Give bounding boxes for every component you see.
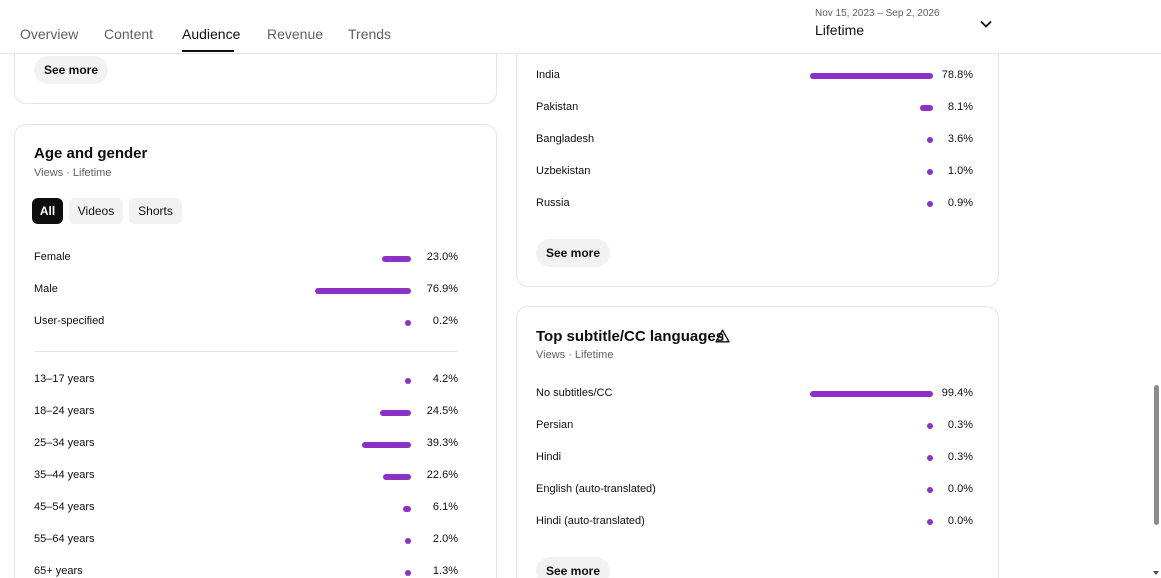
card-subtitle: Views · Lifetime: [34, 167, 112, 179]
bar-fill: [382, 256, 411, 262]
row-label: Female: [34, 251, 71, 263]
row-label: Pakistan: [536, 101, 579, 113]
row-value: 0.9%: [947, 197, 973, 209]
row-label: Persian: [536, 419, 574, 431]
row-value: 1.3%: [432, 565, 458, 577]
bar-fill: [810, 73, 933, 79]
bar-fill: [362, 442, 411, 448]
card-title: Top subtitle/CC languages: [536, 328, 725, 345]
row-value: 6.1%: [432, 501, 458, 513]
row-label: No subtitles/CC: [536, 387, 613, 399]
row-label: English (auto-translated): [536, 483, 656, 495]
age-gender-card: Age and gender Views · Lifetime All Vide…: [14, 124, 497, 578]
active-tab-indicator: [182, 50, 234, 52]
tab-audience[interactable]: Audience: [182, 26, 240, 42]
geography-card: India 78.8% Pakistan 8.1% Bangladesh 3.6…: [516, 20, 999, 287]
row-label: 35–44 years: [34, 469, 95, 481]
row-value: 0.0%: [947, 483, 973, 495]
row-label: Uzbekistan: [536, 165, 591, 177]
scroll-down-arrow-icon[interactable]: [1152, 569, 1160, 577]
row-value: 24.5%: [426, 405, 458, 417]
row-value: 3.6%: [947, 133, 973, 145]
bar-fill: [315, 288, 411, 294]
row-value: 0.3%: [947, 451, 973, 463]
tab-trends[interactable]: Trends: [348, 26, 391, 42]
see-more-button[interactable]: See more: [34, 56, 108, 84]
bar-fill: [810, 391, 933, 397]
filter-shorts-chip[interactable]: Shorts: [129, 198, 182, 224]
top-bar: Overview Content Audience Revenue Trends…: [0, 0, 1161, 54]
bar-fill: [383, 474, 411, 480]
row-value: 1.0%: [947, 165, 973, 177]
row-value: 0.2%: [432, 315, 458, 327]
subtitle-languages-card: Top subtitle/CC languages Views · Lifeti…: [516, 306, 999, 578]
row-value: 23.0%: [426, 251, 458, 263]
row-value: 99.4%: [941, 387, 973, 399]
chevron-down-icon[interactable]: [978, 16, 994, 32]
tab-revenue[interactable]: Revenue: [267, 26, 323, 42]
row-label: India: [536, 69, 560, 81]
row-value: 0.0%: [947, 515, 973, 527]
row-label: Russia: [536, 197, 570, 209]
row-label: 13–17 years: [34, 373, 95, 385]
row-value: 76.9%: [426, 283, 458, 295]
tab-overview[interactable]: Overview: [20, 26, 78, 42]
row-value: 22.6%: [426, 469, 458, 481]
see-more-button[interactable]: See more: [536, 557, 610, 578]
filter-all-chip[interactable]: All: [32, 198, 63, 224]
row-value: 39.3%: [426, 437, 458, 449]
row-label: 25–34 years: [34, 437, 95, 449]
row-value: 4.2%: [432, 373, 458, 385]
row-label: 55–64 years: [34, 533, 95, 545]
card-subtitle: Views · Lifetime: [536, 349, 614, 361]
row-label: 45–54 years: [34, 501, 95, 513]
row-label: 18–24 years: [34, 405, 95, 417]
tab-content[interactable]: Content: [104, 26, 153, 42]
divider: [34, 351, 458, 352]
row-value: 0.3%: [947, 419, 973, 431]
row-label: User-specified: [34, 315, 105, 327]
row-value: 2.0%: [432, 533, 458, 545]
row-label: 65+ years: [34, 565, 83, 577]
row-label: Hindi: [536, 451, 562, 463]
row-label: Hindi (auto-translated): [536, 515, 645, 527]
bar-fill: [380, 410, 411, 416]
date-range-text[interactable]: Nov 15, 2023 – Sep 2, 2026: [815, 8, 940, 19]
card-title: Age and gender: [34, 145, 148, 162]
row-value: 8.1%: [947, 101, 973, 113]
filter-videos-chip[interactable]: Videos: [69, 198, 123, 224]
row-label: Bangladesh: [536, 133, 595, 145]
date-period-label[interactable]: Lifetime: [815, 22, 864, 38]
row-label: Male: [34, 283, 58, 295]
row-value: 78.8%: [941, 69, 973, 81]
scrollbar-thumb[interactable]: [1154, 385, 1159, 525]
warning-icon[interactable]: [715, 329, 730, 343]
see-more-button[interactable]: See more: [536, 239, 610, 267]
